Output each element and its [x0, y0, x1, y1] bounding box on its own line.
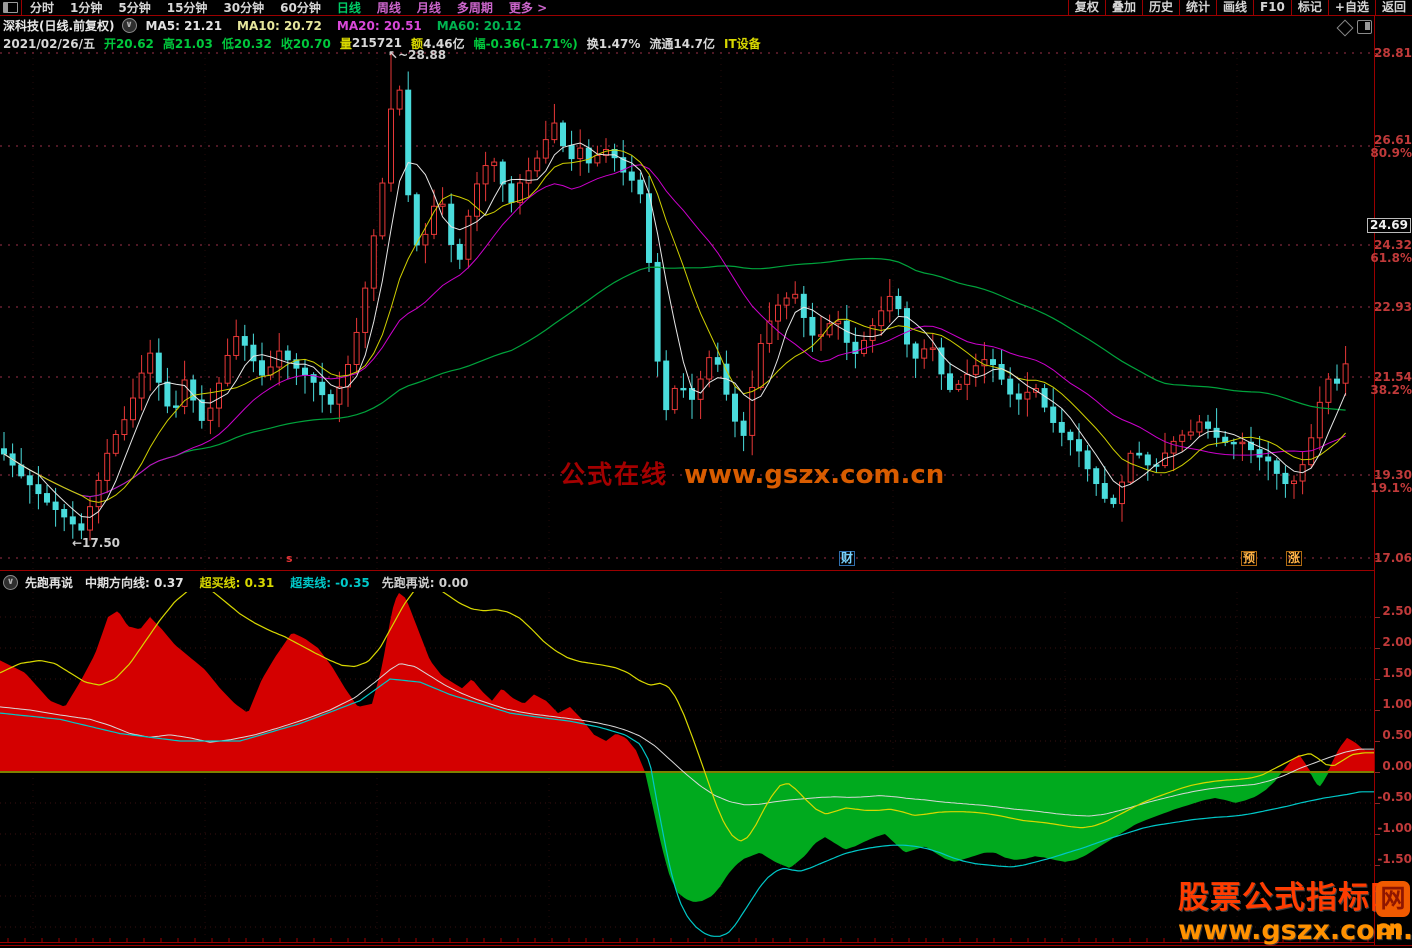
stock-title[interactable]: 深科技(日线.前复权) [3, 17, 115, 34]
watermark-cn-text: 公式在线 [560, 455, 668, 491]
menu-item-stats[interactable]: 统计 [1179, 0, 1216, 15]
axis-tick [1375, 710, 1380, 711]
indicator-axis-label: 1.00 [1382, 698, 1412, 711]
menu-item-1min[interactable]: 1分钟 [62, 1, 110, 15]
menu-item-15min[interactable]: 15分钟 [159, 1, 216, 15]
quote-high: 高21.03 [163, 35, 213, 52]
axis-tick [1375, 803, 1380, 804]
menu-item-add-watchlist[interactable]: +自选 [1328, 0, 1375, 15]
high-annotation: ↖~28.88 [388, 48, 446, 62]
indicator-overbought-value: 超买线: 0.31 [200, 574, 275, 591]
axis-price-label: 80.9% [1370, 147, 1412, 160]
axis-tick [1375, 307, 1380, 308]
axis-tick [1375, 558, 1380, 559]
axis-tick [1375, 146, 1380, 147]
ma5-value: MA5: 21.21 [146, 19, 223, 33]
menu-item-5min[interactable]: 5分钟 [110, 1, 158, 15]
axis-price-label: 38.2% [1370, 384, 1412, 397]
menu-item-mark[interactable]: 标记 [1291, 0, 1328, 15]
split-panel-icon[interactable] [1357, 20, 1372, 34]
axis-tick [1375, 53, 1380, 54]
axis-tick [1375, 377, 1380, 378]
indicator-header: ∨ 先跑再说 中期方向线: 0.37 超买线: 0.31 超卖线: -0.35 … [3, 574, 468, 590]
axis-tick [1375, 679, 1380, 680]
axis-tick [1375, 617, 1380, 618]
quote-change: 幅-0.36(-1.71%) [474, 35, 578, 52]
quote-industry: IT设备 [724, 35, 761, 52]
tool-menu: 复权 叠加 历史 统计 画线 F10 标记 +自选 返回 [1068, 0, 1412, 15]
ma60-value: MA60: 20.12 [437, 19, 522, 33]
axis-tick [1375, 772, 1380, 773]
menu-item-fuquan[interactable]: 复权 [1068, 0, 1105, 15]
event-marker-s[interactable]: s [286, 552, 293, 565]
axis-tick [1375, 741, 1380, 742]
menu-item-daily-selected[interactable]: 日线 [329, 1, 369, 15]
axis-current-price: 24.69 [1367, 218, 1411, 233]
indicator-axis-label: -1.00 [1377, 822, 1412, 835]
indicator-axis-label: 1.50 [1382, 667, 1412, 680]
arrow-up-left-icon: ↖ [388, 48, 398, 62]
menu-item-monthly[interactable]: 月线 [409, 1, 449, 15]
quote-close: 收20.70 [281, 35, 331, 52]
collapse-main-icon[interactable]: ∨ [122, 18, 137, 33]
logo-glyph-icon: 网 [1376, 881, 1410, 917]
indicator-chart[interactable] [0, 592, 1374, 945]
indicator-axis-label: 2.00 [1382, 636, 1412, 649]
layout-toggle-button[interactable] [0, 0, 22, 15]
panel-separator [0, 570, 1374, 571]
event-marker-涨[interactable]: 涨 [1286, 551, 1302, 566]
menu-item-30min[interactable]: 30分钟 [215, 1, 272, 15]
indicator-axis-label: -0.50 [1377, 791, 1412, 804]
menu-item-fenshi[interactable]: 分时 [22, 1, 62, 15]
logo-sub-text: cn [1376, 917, 1411, 939]
menu-item-overlay[interactable]: 叠加 [1105, 0, 1142, 15]
axis-price-label: 19.1% [1370, 482, 1412, 495]
low-annotation: ←17.50 [72, 536, 120, 550]
axis-tick [1375, 834, 1380, 835]
menu-item-f10[interactable]: F10 [1253, 0, 1291, 15]
indicator-axis-label: 0.50 [1382, 729, 1412, 742]
window-icon [3, 2, 18, 13]
axis-tick [1375, 475, 1380, 476]
indicator-axis-label: 2.50 [1382, 605, 1412, 618]
period-menu-bar: 分时 1分钟 5分钟 15分钟 30分钟 60分钟 日线 周线 月线 多周期 更… [0, 0, 1412, 16]
quote-date: 2021/02/26/五 [3, 35, 95, 52]
menu-item-60min[interactable]: 60分钟 [272, 1, 329, 15]
ma20-value: MA20: 20.51 [337, 19, 422, 33]
quote-turnover: 换1.47% [587, 35, 641, 52]
center-watermark: 公式在线 www.gszx.com.cn [560, 455, 944, 491]
indicator-axis-label: -1.50 [1377, 853, 1412, 866]
app-window: 分时 1分钟 5分钟 15分钟 30分钟 60分钟 日线 周线 月线 多周期 更… [0, 0, 1412, 948]
event-marker-预[interactable]: 预 [1241, 551, 1257, 566]
axis-price-label: 61.8% [1370, 252, 1412, 265]
price-axis[interactable]: 28.8126.6180.9%24.6924.3261.8%22.9321.54… [1374, 16, 1412, 946]
indicator-axis-label: 0.00 [1382, 760, 1412, 773]
indicator-mid-value: 中期方向线: 0.37 [85, 574, 184, 591]
axis-tick [1375, 245, 1380, 246]
candlestick-chart[interactable] [0, 52, 1374, 570]
menu-item-weekly[interactable]: 周线 [369, 1, 409, 15]
watermark-url-text: www.gszx.com.cn [684, 460, 944, 490]
menu-item-more[interactable]: 更多 > [501, 1, 555, 15]
site-logo: 网 cn [1376, 881, 1411, 939]
axis-tick [1375, 865, 1380, 866]
quote-open: 开20.62 [104, 35, 154, 52]
menu-item-back[interactable]: 返回 [1375, 0, 1412, 15]
quote-low: 低20.32 [222, 35, 272, 52]
quote-info-row: 2021/02/26/五 开20.62 高21.03 低20.32 收20.70… [3, 36, 761, 50]
menu-item-history[interactable]: 历史 [1142, 0, 1179, 15]
indicator-signal-value: 先跑再说: 0.00 [382, 574, 469, 591]
indicator-oversold-value: 超卖线: -0.35 [290, 574, 370, 591]
collapse-indicator-icon[interactable]: ∨ [3, 575, 18, 590]
diamond-tool-icon[interactable] [1337, 20, 1354, 37]
indicator-name[interactable]: 先跑再说 [25, 574, 73, 591]
quote-volume-label: 量 [340, 35, 352, 52]
axis-tick [1375, 648, 1380, 649]
event-marker-财[interactable]: 财 [839, 551, 855, 566]
menu-item-multi-period[interactable]: 多周期 [449, 1, 501, 15]
chart-title-row: 深科技(日线.前复权) ∨ MA5: 21.21 MA10: 20.72 MA2… [3, 18, 522, 33]
menu-item-drawline[interactable]: 画线 [1216, 0, 1253, 15]
quote-float-cap: 流通14.7亿 [649, 35, 715, 52]
ma10-value: MA10: 20.72 [237, 19, 322, 33]
